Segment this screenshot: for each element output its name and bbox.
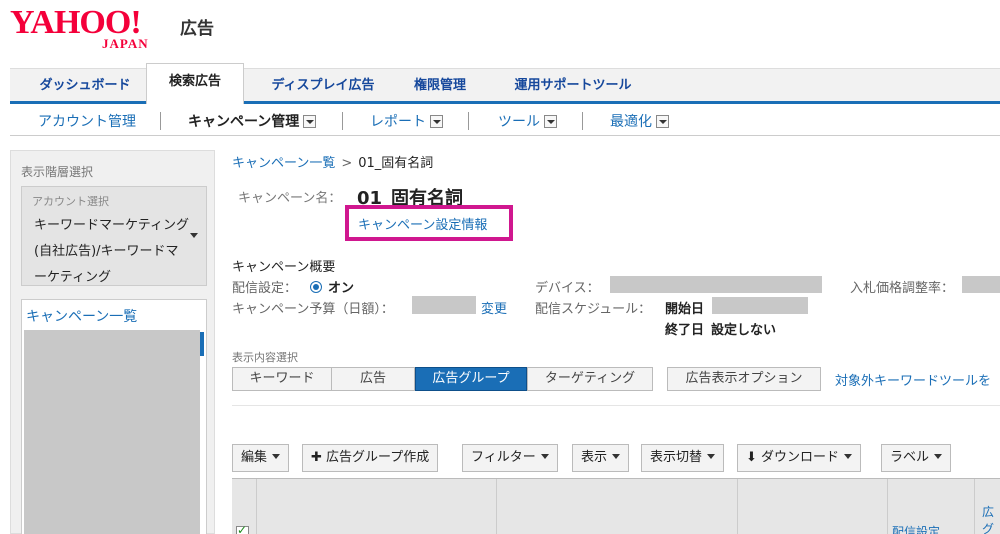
logo-brand: YAHOO! bbox=[10, 4, 142, 41]
tab-dashboard[interactable]: ダッシュボード bbox=[22, 69, 148, 102]
chevron-down-icon bbox=[303, 115, 317, 128]
account-selector[interactable]: アカウント選択 キーワードマーケティング(自社広告)/キーワードマーケティング bbox=[21, 186, 207, 286]
chevron-down-icon bbox=[190, 233, 198, 238]
view-button[interactable]: 表示 bbox=[572, 444, 630, 472]
table-column-divider bbox=[974, 479, 975, 534]
chevron-down-icon bbox=[656, 115, 669, 128]
subnav-optimization-label: 最適化 bbox=[610, 114, 652, 130]
subnav-divider bbox=[468, 112, 469, 130]
start-date-redacted bbox=[712, 297, 808, 314]
subnav-divider bbox=[342, 112, 343, 130]
bid-adjustment-label: 入札価格調整率： bbox=[850, 281, 955, 296]
start-date-label: 開始日 bbox=[665, 302, 705, 317]
subnav-tools-label: ツール bbox=[498, 114, 540, 130]
campaign-name-label: キャンペーン名： bbox=[238, 191, 342, 206]
column-delivery-setting[interactable]: 配信設定 bbox=[892, 523, 940, 534]
filter-button[interactable]: フィルター bbox=[462, 444, 558, 472]
tab-search-ads[interactable]: 検索広告 bbox=[146, 63, 244, 105]
end-date-label: 終了日 bbox=[665, 323, 705, 338]
tab-ad-extensions[interactable]: 広告表示オプション bbox=[667, 367, 821, 391]
chevron-down-icon bbox=[540, 454, 549, 459]
breadcrumb-separator: > bbox=[341, 156, 353, 171]
delivery-setting-label: 配信設定： bbox=[232, 281, 298, 296]
table-column-divider bbox=[496, 479, 497, 534]
budget-value-redacted bbox=[412, 296, 476, 314]
edit-button-label: 編集 bbox=[241, 450, 268, 465]
campaign-summary-title: キャンペーン概要 bbox=[232, 260, 336, 275]
sub-navigation: アカウント管理 キャンペーン管理 レポート ツール 最適化 bbox=[10, 104, 1000, 136]
device-value-redacted bbox=[610, 276, 822, 293]
subnav-report[interactable]: レポート bbox=[370, 111, 443, 131]
logo-sub: JAPAN bbox=[102, 36, 149, 51]
subnav-report-label: レポート bbox=[370, 114, 426, 130]
chevron-down-icon bbox=[544, 115, 557, 128]
campaign-list-scrollbar[interactable] bbox=[200, 332, 204, 356]
table-header: 配信設定 広 グル bbox=[232, 478, 1000, 534]
breadcrumb-campaign-list[interactable]: キャンペーン一覧 bbox=[232, 156, 335, 171]
tab-ops-tools[interactable]: 運用サポートツール bbox=[488, 69, 658, 102]
chevron-down-icon bbox=[612, 454, 621, 459]
subnav-campaign-management[interactable]: キャンペーン管理 bbox=[188, 111, 317, 131]
tab-targeting[interactable]: ターゲティング bbox=[527, 367, 653, 391]
campaign-list-redacted bbox=[24, 330, 200, 534]
hierarchy-sidebar: 表示階層選択 アカウント選択 キーワードマーケティング(自社広告)/キーワードマ… bbox=[10, 150, 215, 534]
subnav-account-management[interactable]: アカウント管理 bbox=[38, 111, 136, 131]
subnav-campaign-label: キャンペーン管理 bbox=[188, 114, 300, 130]
label-button-label: ラベル bbox=[890, 450, 930, 465]
radio-selected-icon bbox=[310, 281, 322, 293]
create-ad-group-button[interactable]: ✚ 広告グループ作成 bbox=[302, 444, 439, 472]
campaign-list-panel: キャンペーン一覧 bbox=[21, 299, 207, 534]
breadcrumb: キャンペーン一覧 >01_固有名詞 bbox=[232, 152, 433, 171]
view-switch-button[interactable]: 表示切替 bbox=[641, 444, 725, 472]
tab-display-ads[interactable]: ディスプレイ広告 bbox=[248, 69, 398, 102]
select-all-checkbox[interactable] bbox=[236, 523, 249, 534]
view-button-label: 表示 bbox=[581, 450, 608, 465]
subnav-divider bbox=[582, 112, 583, 130]
account-selector-label: アカウント選択 bbox=[32, 195, 109, 208]
main-tab-bar: ダッシュボード 検索広告 ディスプレイ広告 権限管理 運用サポートツール bbox=[10, 63, 1000, 105]
breadcrumb-current: 01_固有名詞 bbox=[358, 156, 434, 171]
column-ad-group-partial[interactable]: 広 グル bbox=[982, 503, 998, 534]
tab-keywords[interactable]: キーワード bbox=[232, 367, 332, 391]
negative-keyword-tool-link[interactable]: 対象外キーワードツールを bbox=[835, 370, 991, 389]
tab-permissions[interactable]: 権限管理 bbox=[400, 69, 480, 102]
view-switch-label: 表示切替 bbox=[650, 450, 703, 465]
download-button[interactable]: ⬇ ダウンロード bbox=[737, 444, 862, 472]
table-column-divider bbox=[737, 479, 738, 534]
download-button-label: ダウンロード bbox=[761, 450, 840, 465]
label-button[interactable]: ラベル bbox=[881, 444, 952, 472]
campaign-settings-link[interactable]: キャンペーン設定情報 bbox=[358, 214, 487, 233]
edit-button[interactable]: 編集 bbox=[232, 444, 290, 472]
end-date-value: 設定しない bbox=[711, 323, 777, 338]
subnav-divider bbox=[160, 112, 161, 130]
account-selector-value: キーワードマーケティング(自社広告)/キーワードマーケティング bbox=[34, 218, 189, 285]
bid-adjustment-redacted bbox=[962, 276, 1000, 293]
filter-button-label: フィルター bbox=[471, 450, 536, 465]
table-column-divider bbox=[887, 479, 888, 534]
chevron-down-icon bbox=[430, 115, 443, 128]
tab-ad-groups[interactable]: 広告グループ bbox=[415, 367, 527, 391]
chevron-down-icon bbox=[844, 454, 853, 459]
chevron-down-icon bbox=[707, 454, 716, 459]
subnav-optimization[interactable]: 最適化 bbox=[610, 111, 669, 131]
delivery-setting-text: オン bbox=[328, 281, 355, 296]
subnav-tools[interactable]: ツール bbox=[498, 111, 557, 131]
logo-suffix: 広告 bbox=[180, 19, 214, 39]
sidebar-title: 表示階層選択 bbox=[21, 165, 94, 179]
budget-label: キャンペーン予算（日額）： bbox=[232, 302, 394, 317]
tab-ads[interactable]: 広告 bbox=[331, 367, 415, 391]
device-label: デバイス： bbox=[535, 281, 600, 296]
yahoo-ads-logo[interactable]: YAHOO! JAPAN 広告 bbox=[10, 6, 220, 54]
download-icon: ⬇ bbox=[746, 450, 757, 465]
delivery-setting-value: オン bbox=[310, 277, 354, 296]
table-column-divider bbox=[256, 479, 257, 534]
budget-change-link[interactable]: 変更 bbox=[481, 298, 507, 317]
divider bbox=[232, 405, 1000, 406]
chevron-down-icon bbox=[934, 454, 943, 459]
schedule-label: 配信スケジュール： bbox=[535, 302, 652, 317]
display-selector-label: 表示内容選択 bbox=[232, 351, 298, 364]
chevron-down-icon bbox=[272, 454, 281, 459]
campaign-list-title[interactable]: キャンペーン一覧 bbox=[26, 306, 137, 326]
